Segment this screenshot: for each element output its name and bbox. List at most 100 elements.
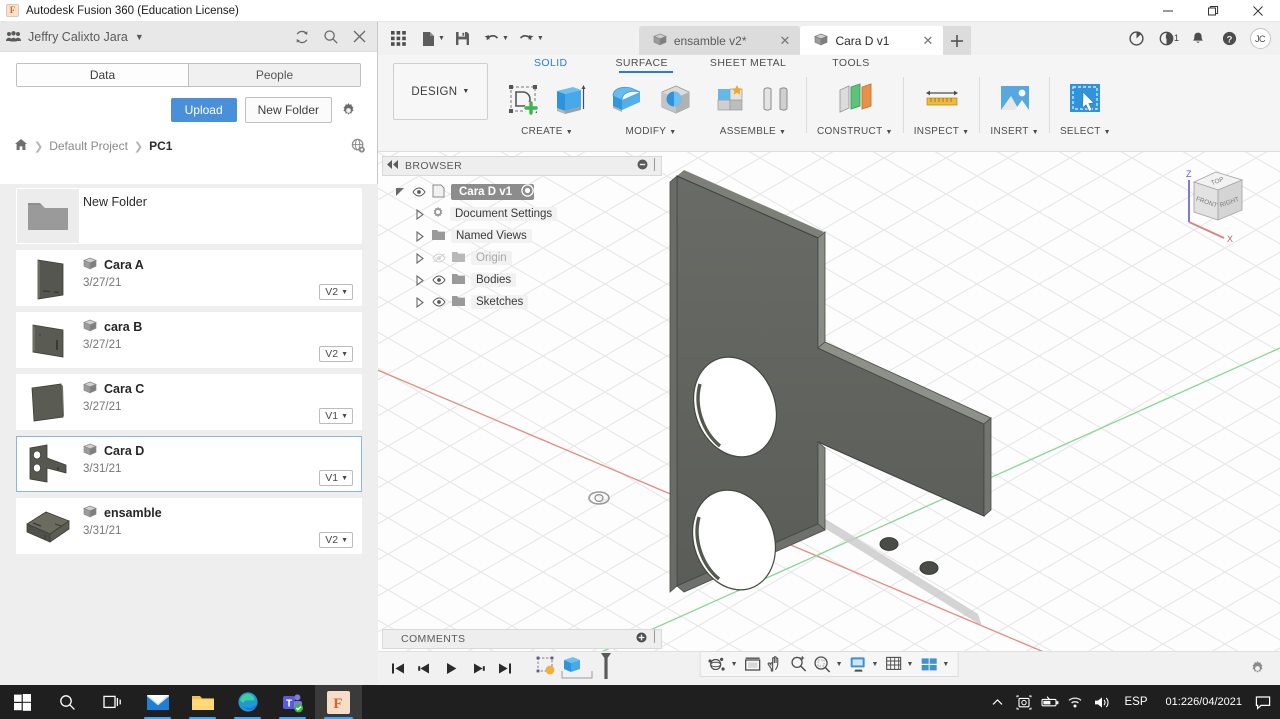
teams-icon[interactable]: T bbox=[270, 685, 315, 719]
new-component-icon[interactable] bbox=[710, 77, 752, 121]
show-hidden-icons-icon[interactable] bbox=[985, 685, 1011, 719]
tab-tools[interactable]: TOOLS bbox=[822, 55, 879, 71]
version-chip[interactable]: V2 ▼ bbox=[319, 284, 353, 300]
edge-icon[interactable] bbox=[225, 685, 270, 719]
tree-node-origin[interactable]: Origin bbox=[382, 247, 662, 269]
list-item-selected[interactable]: Cara D 3/31/21 V1 ▼ bbox=[16, 436, 362, 492]
zoom-chevron-down-icon[interactable]: ▼ bbox=[836, 661, 843, 668]
task-view-icon[interactable] bbox=[90, 685, 135, 719]
battery-icon[interactable] bbox=[1037, 685, 1063, 719]
step-forward-icon[interactable] bbox=[469, 658, 487, 680]
fusion360-icon[interactable]: F bbox=[315, 685, 362, 719]
data-panel-settings-gear-icon[interactable] bbox=[340, 102, 357, 119]
grid-chevron-down-icon[interactable]: ▼ bbox=[906, 661, 913, 668]
browser-minus-icon[interactable] bbox=[637, 159, 648, 173]
maximize-button[interactable] bbox=[1190, 0, 1235, 22]
sketch-feature-icon[interactable] bbox=[534, 654, 558, 683]
version-chip[interactable]: V2 ▼ bbox=[319, 346, 353, 362]
view-cube[interactable]: Z X TOP FRONT RIGHT bbox=[1172, 162, 1262, 250]
create-dropdown-label[interactable]: CREATE ▼ bbox=[521, 126, 573, 137]
visibility-eye-icon[interactable] bbox=[411, 187, 426, 197]
insert-image-icon[interactable] bbox=[992, 77, 1038, 121]
list-item[interactable]: Cara A 3/27/21 V2 ▼ bbox=[16, 250, 362, 306]
zoom-icon[interactable] bbox=[811, 652, 834, 676]
close-button[interactable] bbox=[1235, 0, 1280, 22]
search-icon[interactable] bbox=[45, 685, 90, 719]
wifi-icon[interactable] bbox=[1063, 685, 1089, 719]
document-tab-cara-d[interactable]: Cara D v1 ✕ bbox=[800, 26, 944, 55]
search-icon[interactable] bbox=[323, 29, 339, 45]
selected-radio-icon[interactable] bbox=[521, 184, 534, 200]
save-icon[interactable] bbox=[448, 24, 477, 54]
expand-triangle-icon[interactable] bbox=[414, 208, 426, 220]
list-item[interactable]: Cara C 3/27/21 V1 ▼ bbox=[16, 374, 362, 430]
timeline-settings-gear-icon[interactable] bbox=[1249, 660, 1266, 677]
list-item[interactable]: cara B 3/27/21 V2 ▼ bbox=[16, 312, 362, 368]
version-chip[interactable]: V1 ▼ bbox=[319, 470, 353, 486]
visibility-eye-icon[interactable] bbox=[431, 297, 446, 307]
tab-data[interactable]: Data bbox=[17, 64, 188, 86]
close-tab-icon[interactable]: ✕ bbox=[922, 33, 933, 49]
tab-solid[interactable]: SOLID bbox=[524, 55, 578, 71]
version-chip[interactable]: V2 ▼ bbox=[319, 532, 353, 548]
language-indicator[interactable]: ESP bbox=[1115, 685, 1158, 719]
account-chevron-down-icon[interactable]: ▼ bbox=[135, 32, 144, 42]
tree-node-document-settings[interactable]: Document Settings bbox=[382, 203, 662, 225]
orbit-chevron-down-icon[interactable]: ▼ bbox=[731, 661, 738, 668]
tab-sheet-metal[interactable]: SHEET METAL bbox=[700, 55, 796, 71]
new-document-chevron-down-icon[interactable]: ▼ bbox=[438, 35, 445, 42]
tree-node-sketches[interactable]: Sketches bbox=[382, 291, 662, 313]
tree-node-named-views[interactable]: Named Views bbox=[382, 225, 662, 247]
breadcrumb-home-icon[interactable] bbox=[14, 138, 28, 154]
document-tab-ensamble[interactable]: ensamble v2* ✕ bbox=[638, 26, 801, 55]
list-item[interactable]: ensamble 3/31/21 V2 ▼ bbox=[16, 498, 362, 554]
extrude-feature-icon[interactable] bbox=[560, 654, 584, 683]
help-icon[interactable]: ? bbox=[1215, 25, 1243, 53]
notifications-bell-icon[interactable] bbox=[1184, 25, 1212, 53]
account-name[interactable]: Jeffry Calixto Jara bbox=[28, 30, 128, 44]
create-sketch-icon[interactable] bbox=[502, 77, 544, 121]
skip-to-end-icon[interactable] bbox=[496, 658, 514, 680]
viewports-chevron-down-icon[interactable]: ▼ bbox=[942, 661, 949, 668]
assemble-dropdown-label[interactable]: ASSEMBLE ▼ bbox=[720, 126, 787, 137]
offset-plane-icon[interactable] bbox=[832, 77, 878, 121]
grid-snaps-icon[interactable] bbox=[882, 652, 904, 676]
mail-icon[interactable] bbox=[135, 685, 180, 719]
visibility-eye-icon[interactable] bbox=[431, 275, 446, 285]
job-status-icon[interactable]: 1 bbox=[1153, 25, 1181, 53]
tab-surface[interactable]: SURFACE bbox=[606, 55, 678, 71]
list-item-folder[interactable]: New Folder bbox=[16, 188, 362, 244]
comments-panel[interactable]: COMMENTS bbox=[382, 629, 662, 649]
clock[interactable]: 01:22 6/04/2021 bbox=[1158, 685, 1250, 719]
tree-node-root[interactable]: Cara D v1 bbox=[382, 181, 662, 203]
shell-icon[interactable] bbox=[652, 77, 698, 121]
version-chip[interactable]: V1 ▼ bbox=[319, 408, 353, 424]
file-explorer-icon[interactable] bbox=[180, 685, 225, 719]
inspect-dropdown-label[interactable]: INSPECT ▼ bbox=[914, 126, 970, 137]
pan-icon[interactable] bbox=[765, 652, 787, 676]
expand-triangle-icon[interactable] bbox=[414, 274, 426, 286]
select-tool-icon[interactable] bbox=[1062, 77, 1108, 121]
undo-chevron-down-icon[interactable]: ▼ bbox=[502, 35, 509, 42]
comments-add-icon[interactable] bbox=[636, 630, 647, 648]
zoom-window-icon[interactable] bbox=[788, 652, 810, 676]
fillet-icon[interactable] bbox=[604, 77, 650, 121]
windows-start-icon[interactable] bbox=[0, 685, 45, 719]
file-list[interactable]: New Folder Cara A 3/27/21 V2 ▼ cara B 3/… bbox=[0, 184, 378, 685]
step-back-icon[interactable] bbox=[415, 658, 433, 680]
avatar[interactable]: JC bbox=[1246, 25, 1274, 53]
app-grid-icon[interactable] bbox=[384, 24, 413, 54]
tab-people[interactable]: People bbox=[188, 64, 360, 86]
breadcrumb-project[interactable]: Default Project bbox=[49, 139, 128, 153]
orbit-icon[interactable] bbox=[706, 652, 729, 676]
redo-chevron-down-icon[interactable]: ▼ bbox=[537, 35, 544, 42]
modify-dropdown-label[interactable]: MODIFY ▼ bbox=[626, 126, 677, 137]
visibility-eye-off-icon[interactable] bbox=[431, 253, 446, 263]
refresh-icon[interactable] bbox=[294, 29, 310, 45]
insert-dropdown-label[interactable]: INSERT ▼ bbox=[990, 126, 1039, 137]
camera-icon[interactable] bbox=[1011, 685, 1037, 719]
skip-to-start-icon[interactable] bbox=[388, 658, 406, 680]
measure-icon[interactable] bbox=[919, 77, 965, 121]
comments-resize-handle[interactable] bbox=[652, 630, 657, 648]
people-grid-icon[interactable] bbox=[6, 30, 21, 43]
